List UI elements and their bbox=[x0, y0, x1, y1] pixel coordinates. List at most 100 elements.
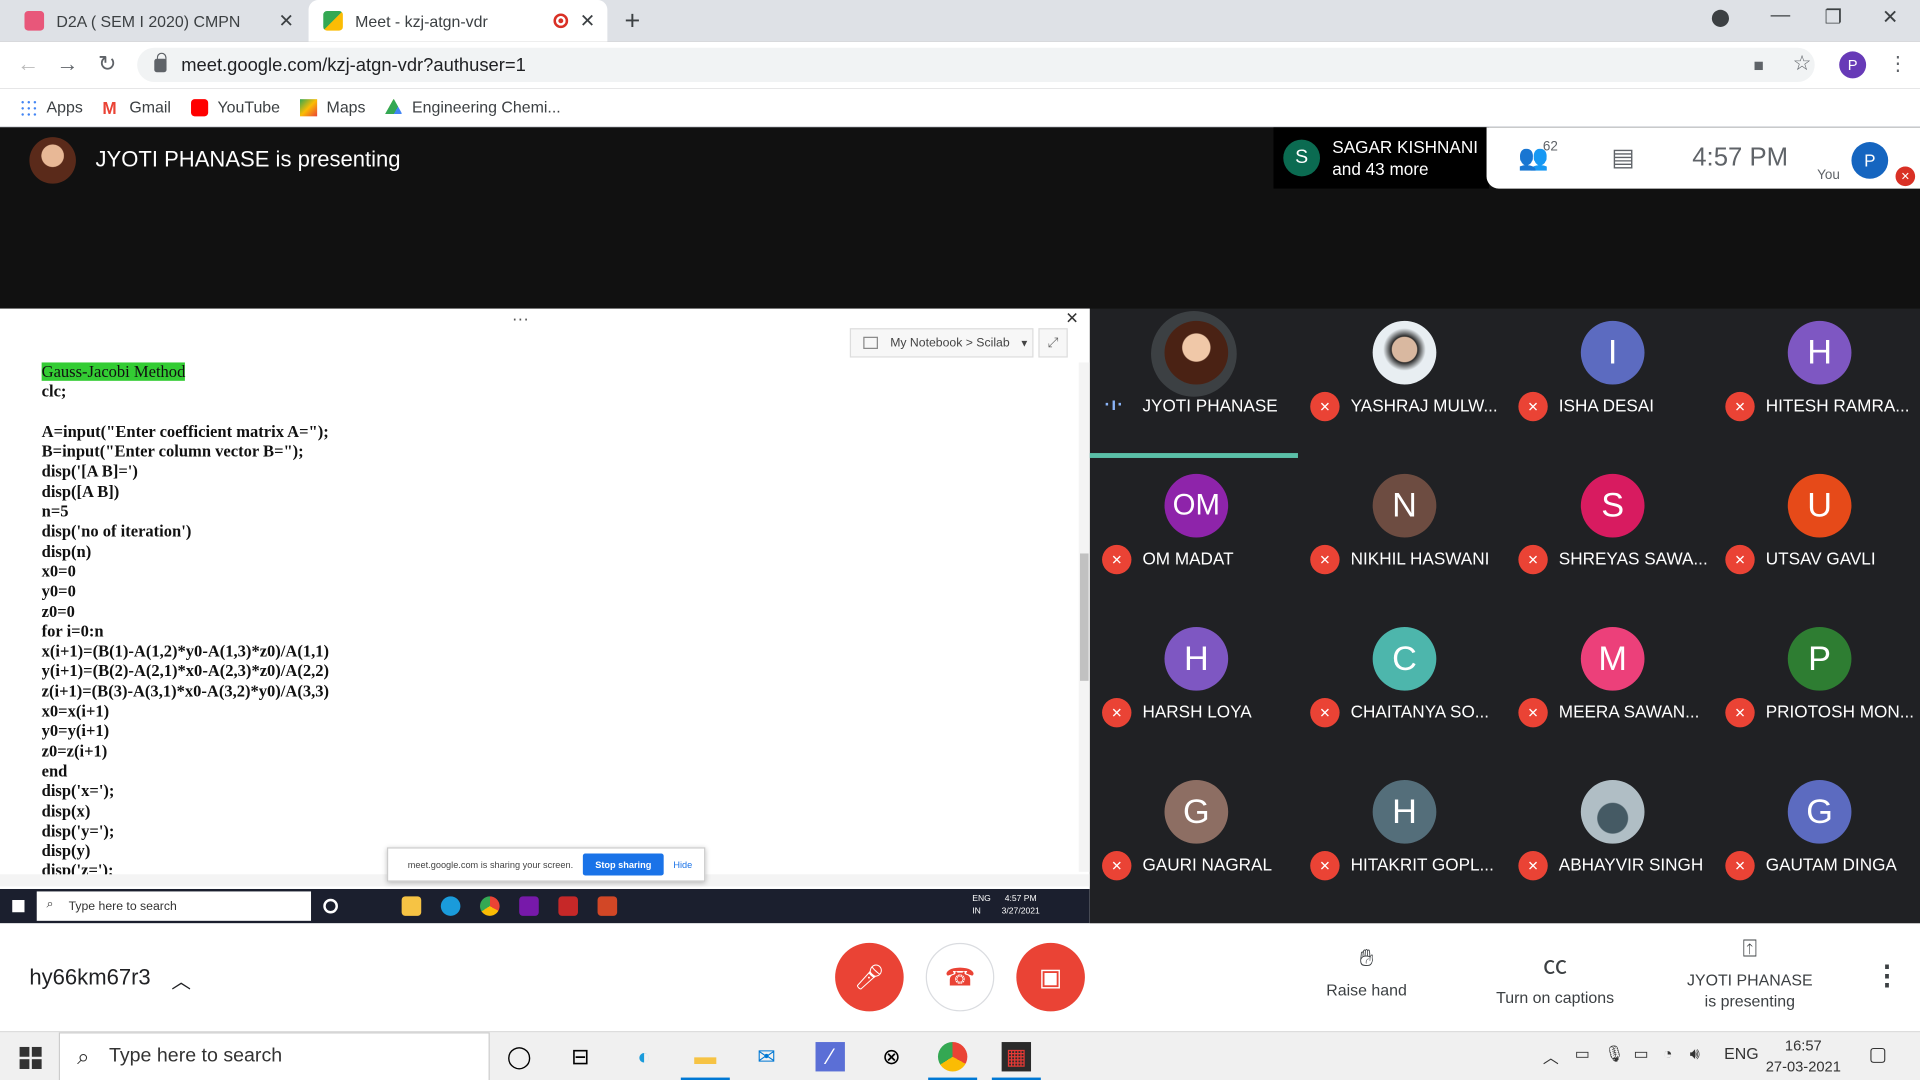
hangup-icon: ☎︎ bbox=[944, 964, 976, 992]
tab-label: Meet - kzj-atgn-vdr bbox=[355, 11, 488, 31]
mail-icon[interactable]: ✉ bbox=[752, 1042, 781, 1071]
participant-tile[interactable]: ✕ ABHAYVIR SINGH bbox=[1506, 768, 1714, 921]
mic-muted-icon: ✕ bbox=[1725, 391, 1755, 422]
drive-icon bbox=[385, 98, 403, 115]
tab-search-icon[interactable] bbox=[1711, 9, 1729, 27]
start-button[interactable] bbox=[19, 1046, 42, 1069]
participant-tile[interactable]: P ✕ PRIOTOSH MON... bbox=[1713, 615, 1920, 768]
code-body: clc; A=input("Enter coefficient matrix A… bbox=[41, 382, 330, 880]
bookmark-maps[interactable]: Maps bbox=[299, 97, 366, 117]
bookmark-star-icon[interactable]: ☆ bbox=[1793, 51, 1812, 75]
mic-muted-icon: ✕ bbox=[1518, 544, 1548, 575]
taskbar-search-input[interactable]: ⌕ Type here to search bbox=[58, 1032, 490, 1080]
presenter-avatar bbox=[29, 137, 76, 184]
bookmark-apps[interactable]: Apps bbox=[19, 98, 83, 116]
device-icon: ▭ bbox=[1574, 1044, 1590, 1063]
reload-icon[interactable]: ↻ bbox=[98, 51, 116, 77]
close-window-button[interactable]: ✕ bbox=[1882, 5, 1898, 29]
participant-tile[interactable]: H ✕ HARSH LOYA bbox=[1090, 615, 1298, 768]
back-icon[interactable]: ← bbox=[17, 51, 39, 77]
edge-icon bbox=[440, 896, 461, 916]
meeting-code[interactable]: hy66km67r3 bbox=[29, 965, 150, 991]
file-explorer-icon[interactable]: ▬ bbox=[691, 1042, 720, 1071]
participant-tile[interactable]: I ✕ ISHA DESAI bbox=[1506, 309, 1714, 462]
bookmark-gmail[interactable]: M Gmail bbox=[102, 98, 171, 116]
participant-tile[interactable]: S ✕ SHREYAS SAWA... bbox=[1506, 462, 1714, 615]
chat-icon[interactable]: ▤ bbox=[1611, 142, 1634, 173]
lock-icon bbox=[154, 52, 167, 72]
mic-muted-icon: ✕ bbox=[1518, 391, 1548, 422]
participant-name: GAURI NAGRAL bbox=[1142, 854, 1273, 875]
participant-name: NIKHIL HASWANI bbox=[1350, 548, 1490, 569]
forward-icon[interactable]: → bbox=[56, 51, 78, 77]
windows-taskbar: ⌕ Type here to search ◯ ⊟ ◐ ▬ ✉ ⁄ ⊗ ▦ ︿ … bbox=[0, 1031, 1920, 1080]
presenting-title: JYOTI PHANASE is presenting bbox=[95, 146, 401, 172]
camera-toggle-button[interactable]: ▣ bbox=[1016, 942, 1085, 1012]
system-clock[interactable]: 16:57 27-03-2021 bbox=[1766, 1036, 1841, 1078]
bookmark-engineering[interactable]: Engineering Chemi... bbox=[385, 98, 561, 116]
menu-icon[interactable]: ⋮ bbox=[1888, 51, 1908, 75]
participant-grid: ·ı· JYOTI PHANASE ✕ YASHRAJ MULW... I ✕ ISHA D… bbox=[1089, 309, 1920, 924]
maximize-button[interactable]: ❐ bbox=[1825, 5, 1843, 29]
participant-tile[interactable]: G ✕ GAUTAM DINGA bbox=[1713, 768, 1920, 921]
shared-screen: ··· ✕ My Notebook > Scilab ▼ ⤢ Gauss-Jac… bbox=[0, 308, 1090, 924]
mic-muted-icon: ✕ bbox=[1725, 697, 1755, 728]
address-bar[interactable]: meet.google.com/kzj-atgn-vdr?authuser=1 bbox=[137, 47, 1815, 83]
participant-tile[interactable]: C ✕ CHAITANYA SO... bbox=[1298, 615, 1506, 768]
leave-call-button[interactable]: ☎︎ bbox=[925, 942, 995, 1012]
minimize-button[interactable]: — bbox=[1771, 5, 1791, 27]
participant-tile[interactable]: OM ✕ OM MADAT bbox=[1090, 462, 1298, 615]
maps-icon bbox=[299, 98, 317, 116]
chrome-icon[interactable] bbox=[937, 1042, 968, 1072]
bookmark-label: Maps bbox=[326, 97, 366, 117]
edge-icon[interactable]: ◐ bbox=[629, 1042, 658, 1071]
tab-label: D2A ( SEM I 2020) CMPN bbox=[56, 11, 241, 31]
mic-toggle-button[interactable]: 🎤︎ bbox=[835, 942, 904, 1012]
taskbar-search-text: Type here to search bbox=[108, 1045, 283, 1067]
participant-tile[interactable]: ✕ YASHRAJ MULW... bbox=[1298, 309, 1506, 462]
close-tab-icon[interactable]: ✕ bbox=[580, 10, 595, 32]
mic-muted-icon: ✕ bbox=[1518, 851, 1548, 881]
xbox-icon[interactable]: ⊗ bbox=[877, 1042, 906, 1071]
search-icon: ⌕ bbox=[46, 897, 54, 912]
participant-tile[interactable]: G ✕ GAURI NAGRAL bbox=[1090, 768, 1298, 921]
task-view-icon[interactable]: ⊟ bbox=[566, 1042, 595, 1071]
camera-icon[interactable]: ■ bbox=[1753, 55, 1763, 75]
whiteboard-icon[interactable]: ⁄ bbox=[815, 1042, 845, 1072]
cortana-icon[interactable]: ◯ bbox=[504, 1042, 533, 1071]
participant-tile[interactable]: U ✕ UTSAV GAVLI bbox=[1713, 462, 1920, 615]
captions-label: Turn on captions bbox=[1496, 988, 1615, 1007]
presenting-button[interactable]: ⍐ JYOTI PHANASE is presenting bbox=[1673, 936, 1827, 1011]
language-indicator[interactable]: ENG bbox=[1724, 1044, 1758, 1062]
participant-name: HITAKRIT GOPL... bbox=[1350, 854, 1494, 875]
tab-meet[interactable]: Meet - kzj-atgn-vdr ✕ bbox=[308, 0, 608, 42]
participant-tile[interactable]: H ✕ HITAKRIT GOPL... bbox=[1298, 768, 1506, 921]
bookmark-youtube[interactable]: YouTube bbox=[190, 98, 280, 116]
new-tab-button[interactable]: + bbox=[624, 5, 640, 37]
scilab-icon bbox=[558, 896, 578, 916]
powerpoint-icon bbox=[597, 896, 618, 916]
search-icon: ⌕ bbox=[77, 1044, 90, 1069]
participant-tile[interactable]: N ✕ NIKHIL HASWANI bbox=[1298, 462, 1506, 615]
notification-icon[interactable]: ▢ bbox=[1869, 1042, 1888, 1066]
participant-name: SHREYAS SAWA... bbox=[1558, 548, 1708, 569]
scilab-icon[interactable]: ▦ bbox=[1001, 1042, 1032, 1072]
sharing-notice-bar: meet.google.com is sharing your screen. … bbox=[386, 847, 706, 882]
participant-tile[interactable]: ·ı· JYOTI PHANASE bbox=[1089, 309, 1298, 462]
participant-tile[interactable]: H ✕ HITESH RAMRA... bbox=[1713, 309, 1920, 462]
participant-name: GAUTAM DINGA bbox=[1765, 854, 1897, 875]
mic-muted-icon: ✕ bbox=[1102, 851, 1132, 881]
chevron-up-icon[interactable]: ︿ bbox=[171, 965, 191, 994]
tab-classroom[interactable]: D2A ( SEM I 2020) CMPN ✕ bbox=[10, 0, 306, 42]
participant-name: OM MADAT bbox=[1142, 548, 1234, 569]
more-options-icon[interactable]: ⋮ bbox=[1873, 960, 1900, 992]
classroom-icon bbox=[24, 11, 45, 31]
participant-tile[interactable]: M ✕ MEERA SAWAN... bbox=[1506, 615, 1714, 768]
chevron-up-icon[interactable]: ︿ bbox=[1543, 1044, 1559, 1067]
captions-button[interactable]: ㏄ Turn on captions bbox=[1482, 945, 1629, 1007]
self-avatar[interactable]: P bbox=[1851, 142, 1889, 179]
raise-hand-button[interactable]: ✋︎ Raise hand bbox=[1318, 945, 1416, 999]
close-tab-icon[interactable]: ✕ bbox=[278, 10, 293, 32]
profile-avatar[interactable]: P bbox=[1839, 51, 1867, 79]
chrome-icon bbox=[480, 896, 500, 916]
